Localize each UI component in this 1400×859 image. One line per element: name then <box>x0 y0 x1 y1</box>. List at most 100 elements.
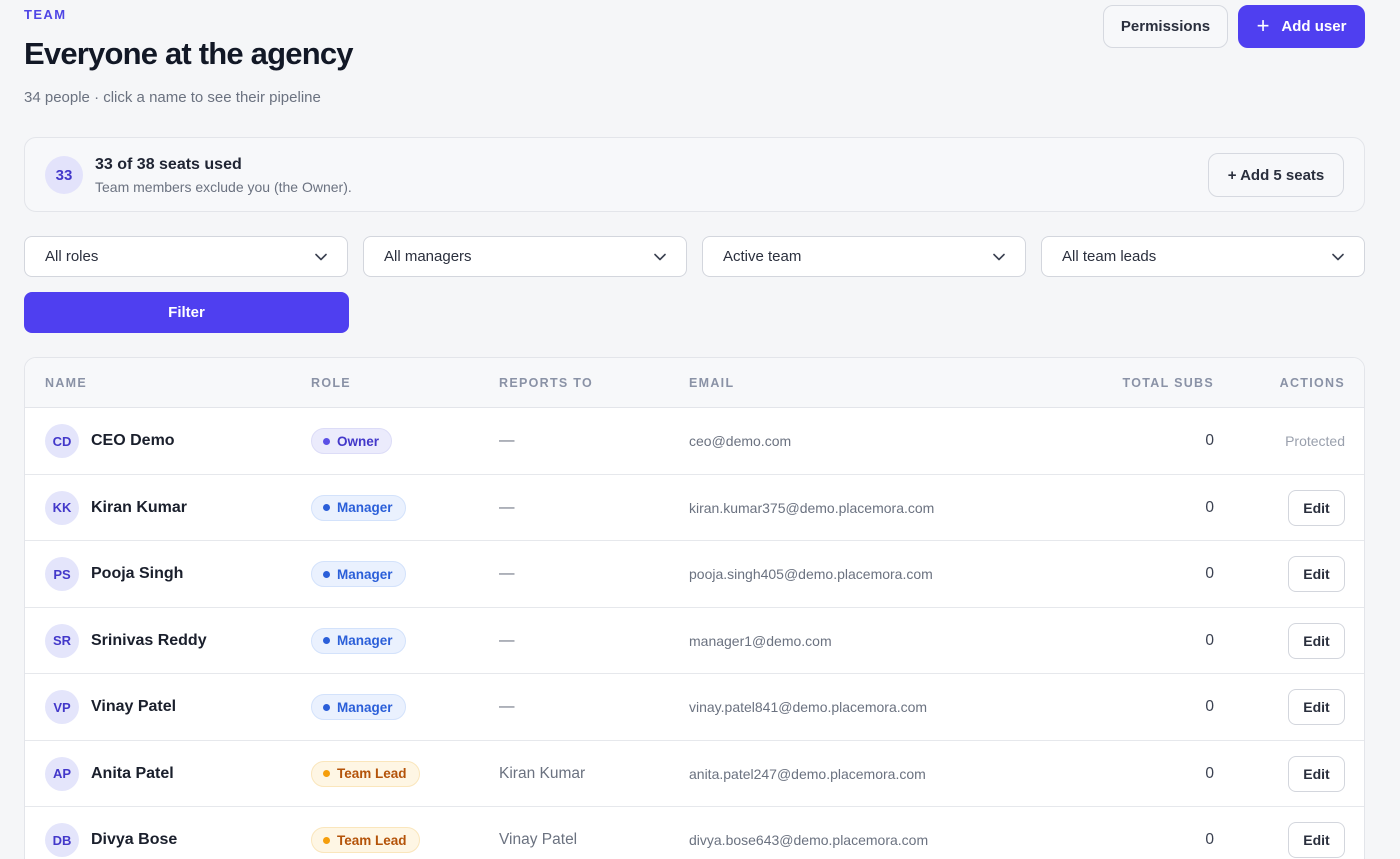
role-dot-icon <box>323 637 330 644</box>
table-row[interactable]: VP Vinay Patel Manager — vinay.patel841@demo… <box>25 674 1364 741</box>
avatar: CD <box>45 424 79 458</box>
avatar: DB <box>45 823 79 857</box>
table-row[interactable]: PS Pooja Singh Manager — pooja.singh405@demo… <box>25 541 1364 608</box>
chevron-down-icon <box>1332 253 1344 260</box>
member-name-link[interactable]: Srinivas Reddy <box>91 632 207 650</box>
total-subs: 0 <box>1205 698 1214 715</box>
reports-to: — <box>499 631 515 649</box>
table-row[interactable]: SR Srinivas Reddy Manager — manager1@demo.co… <box>25 608 1364 674</box>
role-label: Manager <box>337 633 393 648</box>
plus-icon: + <box>1256 12 1270 38</box>
role-badge: Team Lead <box>311 827 420 853</box>
permissions-button-label: Permissions <box>1120 18 1211 35</box>
add-user-button-label: Add user <box>1281 18 1347 35</box>
reports-to: Vinay Patel <box>499 831 578 848</box>
team-table: NAME ROLE REPORTS TO EMAIL TOTAL SUBS AC… <box>24 357 1365 859</box>
page-title: Everyone at the agency <box>24 36 354 71</box>
role-badge: Manager <box>311 627 406 654</box>
role-label: Team Lead <box>337 832 407 848</box>
role-badge: Manager <box>311 494 406 521</box>
roles-select-value: All roles <box>45 248 99 265</box>
team-leads-select[interactable]: All team leads <box>1041 236 1365 277</box>
add-seats-button[interactable]: + Add 5 seats <box>1208 153 1344 197</box>
role-badge: Team Lead <box>311 760 420 787</box>
edit-button[interactable]: Edit <box>1288 822 1345 858</box>
column-header-name[interactable]: NAME <box>45 376 87 390</box>
avatar: PS <box>45 557 79 591</box>
edit-button[interactable]: Edit <box>1288 489 1345 526</box>
email: vinay.patel841@demo.placemora.com <box>689 699 928 715</box>
seats-card: 33 33 of 38 seats used Team members excl… <box>24 137 1365 212</box>
role-badge: Manager <box>311 561 406 587</box>
email: pooja.singh405@demo.placemora.com <box>689 566 933 582</box>
total-subs: 0 <box>1205 764 1214 782</box>
role-label: Owner <box>337 433 380 449</box>
email: anita.patel247@demo.placemora.com <box>689 765 926 782</box>
role-dot-icon <box>323 504 330 511</box>
role-dot-icon <box>323 570 330 578</box>
reports-to: Kiran Kumar <box>499 764 586 782</box>
team-leads-select-value: All team leads <box>1062 248 1157 265</box>
role-label: Team Lead <box>337 766 407 781</box>
table-row[interactable]: KK Kiran Kumar Manager — kiran.kumar375@demo… <box>25 475 1364 541</box>
roles-select[interactable]: All roles <box>24 236 348 277</box>
edit-button[interactable]: Edit <box>1288 556 1345 592</box>
role-dot-icon <box>323 703 330 711</box>
member-name-link[interactable]: Pooja Singh <box>91 565 183 583</box>
table-body: CD CEO Demo Owner — ceo@demo.com 0 Protected KK… <box>25 408 1364 859</box>
edit-button[interactable]: Edit <box>1288 622 1345 659</box>
managers-select-value: All managers <box>384 248 472 265</box>
total-subs: 0 <box>1205 565 1214 582</box>
total-subs: 0 <box>1205 498 1214 516</box>
avatar: AP <box>45 756 79 791</box>
table-row[interactable]: DB Divya Bose Team Lead Vinay Patel divya.bo… <box>25 807 1364 859</box>
table-row[interactable]: CD CEO Demo Owner — ceo@demo.com 0 Protected <box>25 408 1364 475</box>
total-subs: 0 <box>1205 631 1214 649</box>
avatar: VP <box>45 690 79 724</box>
column-header-total-subs[interactable]: TOTAL SUBS <box>1123 376 1214 390</box>
email: kiran.kumar375@demo.placemora.com <box>689 499 935 516</box>
member-name-link[interactable]: Kiran Kumar <box>91 499 187 517</box>
edit-button[interactable]: Edit <box>1288 689 1345 725</box>
role-label: Manager <box>337 500 393 515</box>
avatar: SR <box>45 623 79 658</box>
permissions-button[interactable]: Permissions <box>1103 5 1228 48</box>
column-header-reports-to[interactable]: REPORTS TO <box>499 376 593 390</box>
email: manager1@demo.com <box>689 632 832 649</box>
column-header-role[interactable]: ROLE <box>311 376 351 390</box>
avatar: KK <box>45 490 79 525</box>
filter-button[interactable]: Filter <box>24 292 349 333</box>
email: ceo@demo.com <box>689 433 792 449</box>
team-status-select-value: Active team <box>723 248 802 265</box>
member-name-link[interactable]: Anita Patel <box>91 765 174 783</box>
table-row[interactable]: AP Anita Patel Team Lead Kiran Kumar anita.p… <box>25 741 1364 807</box>
role-badge: Owner <box>311 428 393 454</box>
seats-title: 33 of 38 seats used <box>95 156 242 173</box>
role-label: Manager <box>337 566 393 582</box>
reports-to: — <box>499 498 515 516</box>
seats-note: Team members exclude you (the Owner). <box>95 179 352 195</box>
page-eyebrow: TEAM <box>24 7 67 22</box>
reports-to: — <box>499 432 515 449</box>
chevron-down-icon <box>654 253 666 260</box>
total-subs: 0 <box>1205 432 1214 449</box>
table-header: NAME ROLE REPORTS TO EMAIL TOTAL SUBS AC… <box>25 358 1364 408</box>
managers-select[interactable]: All managers <box>363 236 687 277</box>
role-badge: Manager <box>311 694 406 720</box>
page-subtitle: 34 people · click a name to see their pi… <box>24 89 321 106</box>
header-actions: Permissions + Add user <box>1103 5 1365 48</box>
chevron-down-icon <box>315 253 327 260</box>
filter-bar: All roles All managers Active team All t… <box>24 236 1365 277</box>
add-user-button[interactable]: + Add user <box>1238 5 1365 48</box>
role-dot-icon <box>323 770 330 777</box>
member-name-link[interactable]: CEO Demo <box>91 432 175 450</box>
member-name-link[interactable]: Vinay Patel <box>91 698 176 716</box>
member-name-link[interactable]: Divya Bose <box>91 831 177 849</box>
edit-button[interactable]: Edit <box>1288 755 1345 792</box>
team-status-select[interactable]: Active team <box>702 236 1026 277</box>
column-header-actions: ACTIONS <box>1279 376 1345 390</box>
column-header-email[interactable]: EMAIL <box>689 376 734 390</box>
role-dot-icon <box>323 836 330 844</box>
reports-to: — <box>499 565 515 582</box>
email: divya.bose643@demo.placemora.com <box>689 832 929 848</box>
